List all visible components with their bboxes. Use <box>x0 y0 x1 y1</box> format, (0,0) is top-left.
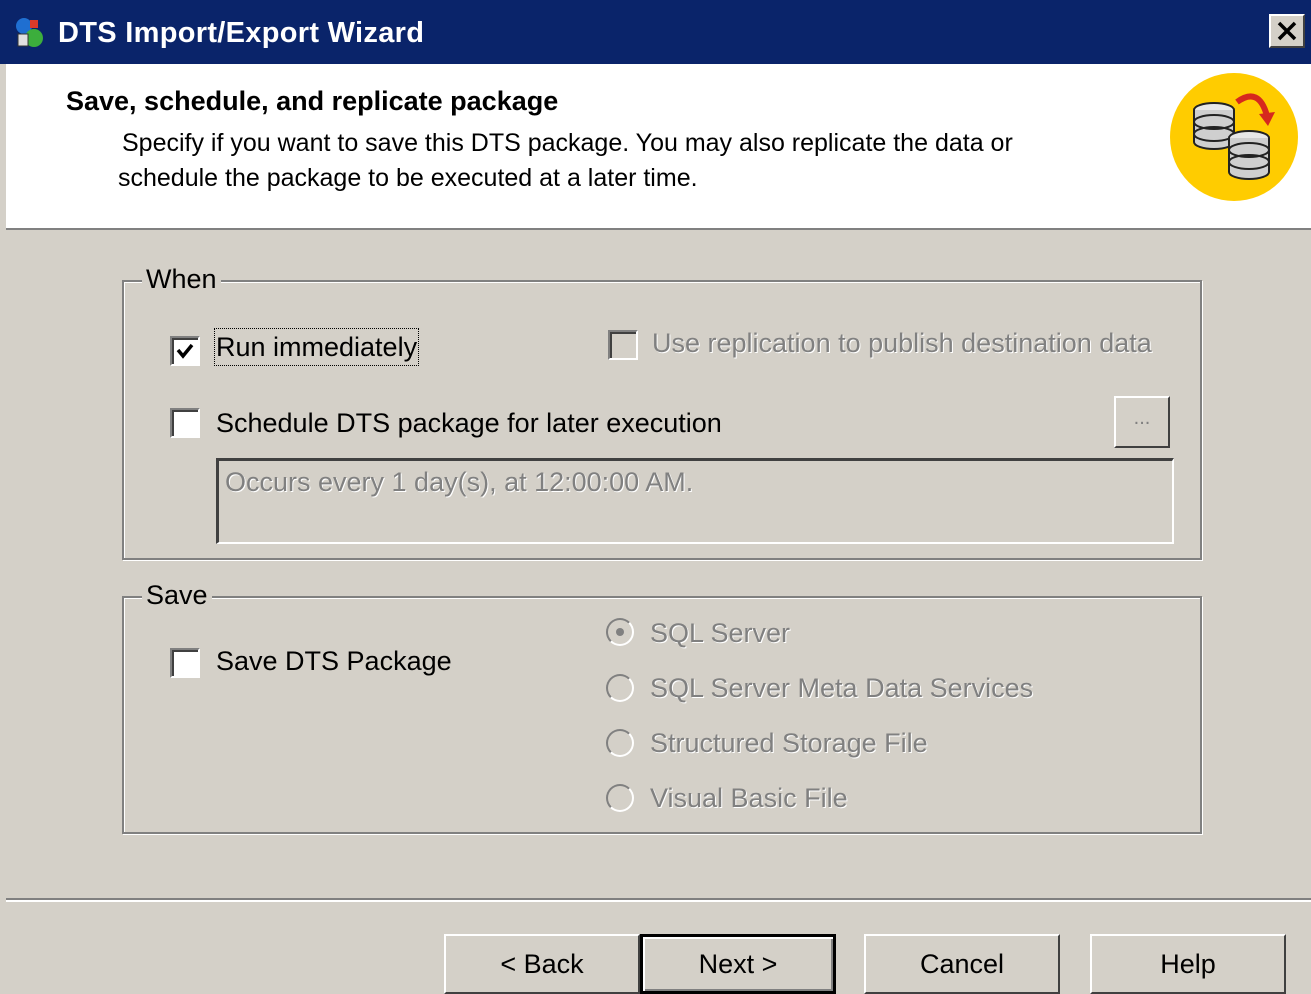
radio-structured-storage-file[interactable] <box>606 729 634 757</box>
page-title: Save, schedule, and replicate package <box>66 86 559 116</box>
checkmark-icon <box>176 343 194 359</box>
save-legend: Save <box>142 580 212 610</box>
help-button[interactable]: Help <box>1090 934 1286 994</box>
database-replicate-icon <box>1170 73 1298 201</box>
radio-meta-data-services[interactable] <box>606 674 634 702</box>
footer-separator <box>6 898 1311 902</box>
radio-sql-server[interactable] <box>606 618 634 646</box>
wizard-window: DTS Import/Export Wizard Save, schedule,… <box>0 0 1311 994</box>
schedule-checkbox[interactable] <box>170 408 200 438</box>
radio-visual-basic-file-label[interactable]: Visual Basic File <box>650 781 848 815</box>
run-immediately-label[interactable]: Run immediately <box>213 328 420 366</box>
schedule-label[interactable]: Schedule DTS package for later execution <box>216 406 722 440</box>
back-button[interactable]: < Back <box>444 934 640 994</box>
radio-sql-server-label[interactable]: SQL Server <box>650 616 790 650</box>
wizard-header: Save, schedule, and replicate package Sp… <box>6 64 1311 230</box>
window-title: DTS Import/Export Wizard <box>58 17 425 49</box>
save-package-label[interactable]: Save DTS Package <box>216 644 452 678</box>
use-replication-label[interactable]: Use replication to publish destination d… <box>652 326 1152 360</box>
radio-visual-basic-file[interactable] <box>606 784 634 812</box>
radio-selected-dot <box>616 628 624 636</box>
radio-structured-storage-file-label[interactable]: Structured Storage File <box>650 726 928 760</box>
cancel-button[interactable]: Cancel <box>864 934 1060 994</box>
description-line-2: schedule the package to be executed at a… <box>118 164 698 192</box>
save-package-checkbox[interactable] <box>170 648 200 678</box>
page-description: Specify if you want to save this DTS pac… <box>118 126 1182 196</box>
close-button[interactable] <box>1269 14 1305 48</box>
when-legend: When <box>142 264 221 294</box>
run-immediately-checkbox[interactable] <box>170 336 200 366</box>
description-line-1: Specify if you want to save this DTS pac… <box>122 129 1013 157</box>
schedule-description-field: Occurs every 1 day(s), at 12:00:00 AM. <box>216 458 1174 544</box>
radio-meta-data-services-label[interactable]: SQL Server Meta Data Services <box>650 671 1033 705</box>
schedule-ellipsis-button[interactable]: ... <box>1114 396 1170 448</box>
title-bar[interactable]: DTS Import/Export Wizard <box>0 0 1311 64</box>
use-replication-checkbox[interactable] <box>608 330 638 360</box>
close-icon <box>1277 21 1297 41</box>
next-button[interactable]: Next > <box>640 934 836 994</box>
save-groupbox: Save Save DTS Package SQL Server SQL Ser… <box>122 580 1202 834</box>
dts-app-icon <box>16 18 43 47</box>
when-groupbox: When Run immediately Use replication to … <box>122 264 1202 560</box>
